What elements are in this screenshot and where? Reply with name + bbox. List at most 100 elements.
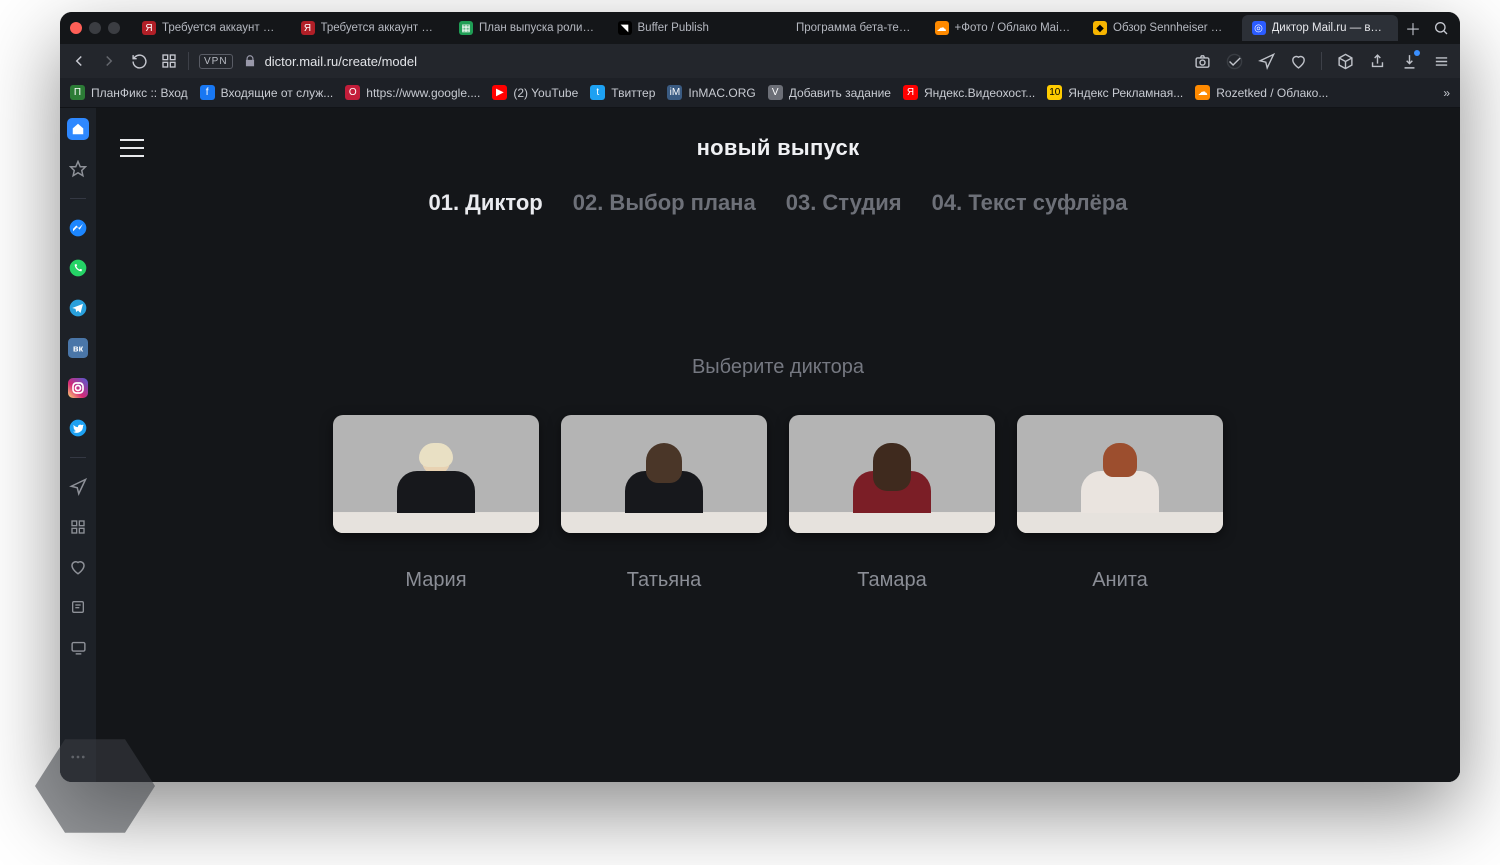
- reload-icon[interactable]: [130, 52, 148, 70]
- tab-7[interactable]: ◎ Диктор Mail.ru — ваш пе: [1242, 15, 1399, 41]
- tab-0[interactable]: Я Требуется аккаунт на Я: [132, 15, 289, 41]
- presenter-card[interactable]: Тамара: [789, 415, 995, 592]
- forward-icon[interactable]: [100, 52, 118, 70]
- tab-3[interactable]: ◥ Buffer Publish: [608, 15, 765, 41]
- tab-label: Buffer Publish: [638, 22, 709, 34]
- presenter-card[interactable]: Анита: [1017, 415, 1223, 592]
- twitter-icon[interactable]: [67, 417, 89, 439]
- tab-4[interactable]: Программа бета-тестир: [766, 15, 923, 41]
- browser-window: Я Требуется аккаунт на Я Я Требуется акк…: [60, 12, 1460, 782]
- presenter-name: Мария: [405, 569, 466, 592]
- bookmarks-bar: ППланФикс :: Вход fВходящие от служ... O…: [60, 78, 1460, 108]
- bookmark-item[interactable]: 10Яндекс Рекламная...: [1047, 85, 1183, 100]
- sidebar-separator: [70, 198, 86, 199]
- presenter-name: Анита: [1092, 569, 1148, 592]
- stepper: 01. Диктор 02. Выбор плана 03. Студия 04…: [96, 190, 1460, 216]
- speed-dial-icon[interactable]: [160, 52, 178, 70]
- instagram-icon[interactable]: [67, 377, 89, 399]
- tab-label: План выпуска роликов н: [479, 22, 596, 34]
- bookmark-item[interactable]: ППланФикс :: Вход: [70, 85, 188, 100]
- page-top-bar: новый выпуск: [96, 128, 1460, 168]
- tab-6[interactable]: ◆ Обзор Sennheiser Mome: [1083, 15, 1240, 41]
- page-viewport: вк новый выпуск 01. Диктор 02. Выбор пла…: [60, 108, 1460, 782]
- bookmark-item[interactable]: fВходящие от служ...: [200, 85, 334, 100]
- whatsapp-icon[interactable]: [67, 257, 89, 279]
- tab-label: Диктор Mail.ru — ваш пе: [1272, 22, 1389, 34]
- display-icon[interactable]: [67, 636, 89, 658]
- close-window-button[interactable]: [70, 22, 82, 34]
- bookmarks-overflow-icon[interactable]: »: [1443, 86, 1450, 100]
- tab-label: Требуется аккаунт на Я: [321, 22, 438, 34]
- step-3[interactable]: 03. Студия: [786, 190, 902, 216]
- browser-sidebar: вк: [60, 108, 96, 782]
- nav-controls: [70, 52, 178, 70]
- presenter-card[interactable]: Татьяна: [561, 415, 767, 592]
- hamburger-menu-icon[interactable]: [120, 139, 144, 157]
- vk-icon[interactable]: вк: [67, 337, 89, 359]
- presenter-name: Тамара: [857, 569, 927, 592]
- step-1[interactable]: 01. Диктор: [428, 190, 542, 216]
- apple-icon: [776, 21, 790, 35]
- presenter-name: Татьяна: [627, 569, 702, 592]
- presenter-thumb: [1017, 415, 1223, 533]
- tab-label: Обзор Sennheiser Mome: [1113, 22, 1230, 34]
- tab-favicon: ◆: [1093, 21, 1107, 35]
- presenter-thumb: [789, 415, 995, 533]
- tab-label: Требуется аккаунт на Я: [162, 22, 279, 34]
- cube-icon[interactable]: [1336, 52, 1354, 70]
- tab-search-icon[interactable]: [1428, 15, 1454, 41]
- bookmark-item[interactable]: Ohttps://www.google....: [345, 85, 480, 100]
- step-2[interactable]: 02. Выбор плана: [573, 190, 756, 216]
- url-field[interactable]: dictor.mail.ru/create/model: [243, 54, 1183, 69]
- bookmark-item[interactable]: ☁Rozetked / Облако...: [1195, 85, 1328, 100]
- messenger-icon[interactable]: [67, 217, 89, 239]
- share-icon[interactable]: [1368, 52, 1386, 70]
- window-controls: [70, 22, 120, 34]
- tabstrip: Я Требуется аккаунт на Я Я Требуется акк…: [60, 12, 1460, 44]
- maximize-window-button[interactable]: [108, 22, 120, 34]
- sidebar-separator: [70, 457, 86, 458]
- send-outline-icon[interactable]: [67, 476, 89, 498]
- tab-favicon: ◎: [1252, 21, 1266, 35]
- bookmark-item[interactable]: iMInMAC.ORG: [667, 85, 755, 100]
- tab-label: Программа бета-тестир: [796, 22, 913, 34]
- presenter-cards: Мария Татьяна Тамара: [96, 415, 1460, 592]
- apps-grid-icon[interactable]: [67, 516, 89, 538]
- tab-favicon: ◥: [618, 21, 632, 35]
- shield-icon[interactable]: [1225, 52, 1243, 70]
- home-icon[interactable]: [67, 118, 89, 140]
- camera-icon[interactable]: [1193, 52, 1211, 70]
- minimize-window-button[interactable]: [89, 22, 101, 34]
- telegram-icon[interactable]: [67, 297, 89, 319]
- tab-favicon: ☁: [935, 21, 949, 35]
- url-text: dictor.mail.ru/create/model: [265, 54, 417, 69]
- send-icon[interactable]: [1257, 52, 1275, 70]
- bookmark-item[interactable]: ▶(2) YouTube: [492, 85, 578, 100]
- presenter-card[interactable]: Мария: [333, 415, 539, 592]
- tab-2[interactable]: ▦ План выпуска роликов н: [449, 15, 606, 41]
- vpn-badge[interactable]: VPN: [199, 54, 233, 69]
- presenter-thumb: [333, 415, 539, 533]
- heart-outline-icon[interactable]: [67, 556, 89, 578]
- lock-icon: [243, 54, 257, 68]
- download-icon[interactable]: [1400, 52, 1418, 70]
- bookmark-item[interactable]: tТвиттер: [590, 85, 655, 100]
- bookmark-item[interactable]: VДобавить задание: [768, 85, 891, 100]
- presenter-thumb: [561, 415, 767, 533]
- step-4[interactable]: 04. Текст суфлёра: [932, 190, 1128, 216]
- new-tab-button[interactable]: ＋: [1400, 15, 1426, 41]
- note-icon[interactable]: [67, 596, 89, 618]
- star-outline-icon[interactable]: [67, 158, 89, 180]
- tab-5[interactable]: ☁ +Фото / Облако Mail.ru: [925, 15, 1082, 41]
- tab-favicon: ▦: [459, 21, 473, 35]
- heart-icon[interactable]: [1289, 52, 1307, 70]
- bookmark-item[interactable]: ЯЯндекс.Видеохост...: [903, 85, 1035, 100]
- page-content: новый выпуск 01. Диктор 02. Выбор плана …: [96, 108, 1460, 782]
- back-icon[interactable]: [70, 52, 88, 70]
- page-title: новый выпуск: [144, 135, 1412, 161]
- separator: [188, 52, 189, 70]
- tab-1[interactable]: Я Требуется аккаунт на Я: [291, 15, 448, 41]
- menu-icon[interactable]: [1432, 52, 1450, 70]
- toolbar-right: [1193, 52, 1450, 70]
- tab-favicon: Я: [142, 21, 156, 35]
